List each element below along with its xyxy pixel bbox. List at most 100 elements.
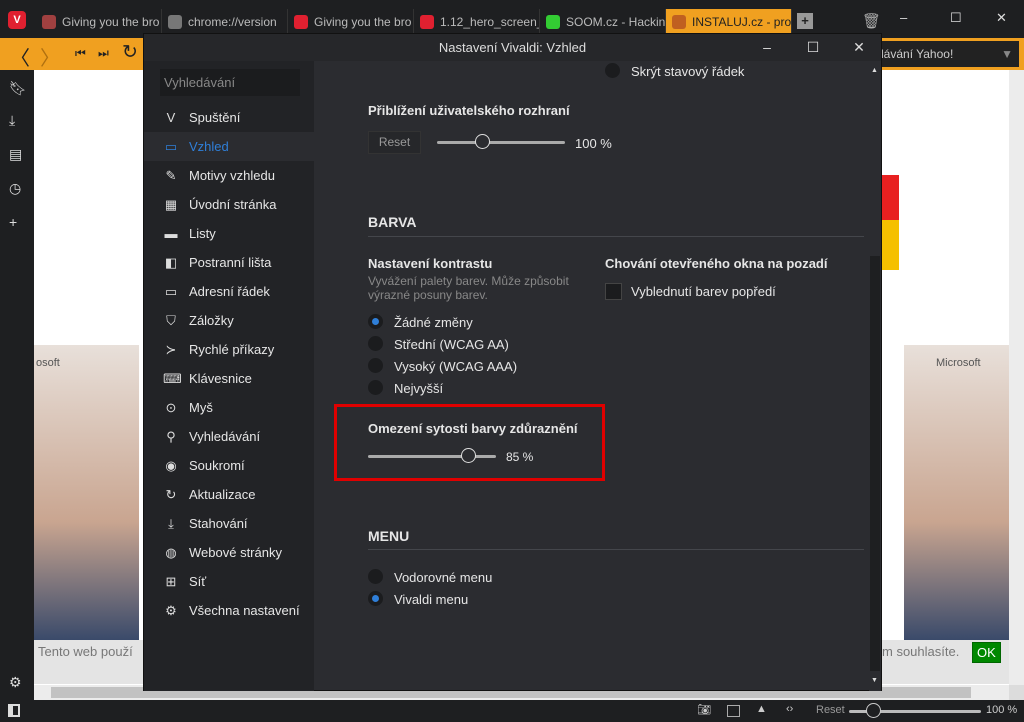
sidebar-item[interactable]: V Spuštění xyxy=(144,103,314,132)
tab[interactable]: SOOM.cz - Hackin xyxy=(540,9,666,35)
fade-colors-checkbox[interactable] xyxy=(605,283,622,300)
bookmark-icon: ⛉ xyxy=(166,312,176,328)
side-panel: 🔖︎ ⤓ ▤ ◷ + ⚙ xyxy=(0,70,34,700)
reload-icon[interactable]: ↻ xyxy=(122,41,138,64)
notes-icon[interactable]: ▤ xyxy=(9,146,22,163)
minimize-button[interactable]: – xyxy=(900,10,907,25)
radio-button[interactable] xyxy=(368,569,383,584)
ui-zoom-slider[interactable] xyxy=(437,141,565,144)
ui-zoom-slider-thumb[interactable] xyxy=(475,134,490,149)
settings-dialog: Nastavení Vivaldi: Vzhled – ☐ ✕ Vyhledáv… xyxy=(143,33,882,691)
bookmark-icon[interactable]: 🔖︎ xyxy=(9,80,27,97)
add-panel-icon[interactable]: + xyxy=(9,214,17,230)
screenshot-icon[interactable]: 📷︎ xyxy=(697,703,711,716)
sidebar-item[interactable]: ▦ Úvodní stránka xyxy=(144,190,314,219)
update-icon: ↻ xyxy=(165,486,177,502)
zoom-slider-thumb[interactable] xyxy=(866,703,881,718)
sidebar-item[interactable]: ⚲ Vyhledávání xyxy=(144,422,314,451)
forward-icon[interactable]: 〉 xyxy=(40,42,60,71)
maximize-button[interactable]: ☐ xyxy=(950,10,962,26)
rewind-icon[interactable]: ⏮ xyxy=(75,46,86,61)
dialog-minimize-button[interactable]: – xyxy=(744,34,790,61)
settings-icon[interactable]: ⚙ xyxy=(9,674,22,691)
radio-button[interactable] xyxy=(368,591,383,606)
gear-icon: ⚙ xyxy=(165,602,177,618)
sidebar-icon: ◧ xyxy=(164,254,178,270)
settings-content: Skrýt stavový řádek Přiblížení uživatels… xyxy=(314,61,869,691)
images-icon[interactable]: ▲ xyxy=(756,703,767,715)
favicon-icon xyxy=(546,15,560,29)
page-scrollbar[interactable] xyxy=(1009,70,1024,685)
tab[interactable]: 1.12_hero_screen_ xyxy=(414,9,540,35)
zoom-reset-button[interactable]: Reset xyxy=(816,704,845,716)
dialog-close-button[interactable]: ✕ xyxy=(836,34,882,61)
settings-sidebar: Vyhledávání V Spuštění ▭ Vzhled ✎ Motivy vzhl… xyxy=(144,61,314,691)
download-icon: ⤓ xyxy=(168,515,174,531)
radio-button[interactable] xyxy=(368,380,383,395)
close-button[interactable]: ✕ xyxy=(996,10,1007,26)
radio-button[interactable] xyxy=(368,314,383,329)
sidebar-item[interactable]: ▭ Vzhled xyxy=(144,132,314,161)
sidebar-item[interactable]: ◧ Postranní lišta xyxy=(144,248,314,277)
status-bar: 📷︎ ▲ ‹› Reset 100 % xyxy=(0,700,1024,722)
chevron-down-icon[interactable]: ▼ xyxy=(1001,47,1013,61)
microsoft-logo-text: osoft xyxy=(36,357,60,369)
dialog-maximize-button[interactable]: ☐ xyxy=(790,34,836,61)
saturation-slider-thumb[interactable] xyxy=(461,448,476,463)
grid-icon: ▦ xyxy=(164,196,178,212)
tab[interactable]: Giving you the bro xyxy=(288,9,414,35)
saturation-slider[interactable] xyxy=(368,455,496,458)
ui-zoom-reset-button[interactable]: Reset xyxy=(368,131,421,154)
new-tab-button[interactable]: + xyxy=(797,13,813,29)
brush-icon: ✎ xyxy=(165,167,177,183)
sidebar-item[interactable]: ◉ Soukromí xyxy=(144,451,314,480)
eye-icon: ◉ xyxy=(165,457,177,473)
search-icon: ⚲ xyxy=(166,428,176,444)
sidebar-item[interactable]: ≻ Rychlé příkazy xyxy=(144,335,314,364)
tiling-icon[interactable] xyxy=(727,705,740,717)
sidebar-item[interactable]: ⌨ Klávesnice xyxy=(144,364,314,393)
history-icon[interactable]: ◷ xyxy=(9,180,21,197)
fastforward-icon[interactable]: ⏭ xyxy=(98,46,109,61)
sidebar-item[interactable]: ◍ Webové stránky xyxy=(144,538,314,567)
network-icon: ⊞ xyxy=(165,573,177,589)
back-icon[interactable]: 〈 xyxy=(10,42,30,71)
sidebar-item[interactable]: ↻ Aktualizace xyxy=(144,480,314,509)
search-field[interactable]: dávání Yahoo! ▼ xyxy=(873,41,1019,67)
trash-icon[interactable]: 🗑 xyxy=(862,12,881,30)
microsoft-logo-text: Microsoft xyxy=(936,357,981,369)
radio-button[interactable] xyxy=(368,358,383,373)
sidebar-item[interactable]: ⛉ Záložky xyxy=(144,306,314,335)
sidebar-item[interactable]: ▬ Listy xyxy=(144,219,314,248)
keyboard-icon: ⌨ xyxy=(163,370,182,386)
sidebar-item[interactable]: ⊙ Myš xyxy=(144,393,314,422)
settings-scrollbar[interactable]: ▲ ▼ xyxy=(869,61,881,691)
globe-icon: ◍ xyxy=(165,544,177,560)
favicon-icon xyxy=(168,15,182,29)
sidebar-item[interactable]: ✎ Motivy vzhledu xyxy=(144,161,314,190)
ad-image-right xyxy=(904,345,1009,640)
page-actions-icon[interactable]: ‹› xyxy=(786,703,793,715)
window-icon: ▭ xyxy=(164,138,178,154)
favicon-icon xyxy=(672,15,686,29)
command-icon: ≻ xyxy=(165,341,177,357)
cookie-ok-button[interactable]: OK xyxy=(972,642,1001,663)
panel-toggle-icon[interactable] xyxy=(8,704,20,717)
sidebar-item[interactable]: ⤓ Stahování xyxy=(144,509,314,538)
sidebar-item[interactable]: ▭ Adresní řádek xyxy=(144,277,314,306)
highlight-box xyxy=(334,404,605,481)
radio-button[interactable] xyxy=(368,336,383,351)
download-icon[interactable]: ⤓ xyxy=(9,112,15,129)
hide-status-checkbox[interactable] xyxy=(605,63,620,78)
sidebar-item[interactable]: ⚙ Všechna nastavení xyxy=(144,596,314,625)
vivaldi-menu-button[interactable]: V xyxy=(8,11,26,29)
mouse-icon: ⊙ xyxy=(165,399,177,415)
vivaldi-icon: V xyxy=(166,110,176,125)
address-bar-icon: ▭ xyxy=(164,283,178,299)
tab[interactable]: chrome://version xyxy=(162,9,288,35)
tab[interactable]: INSTALUJ.cz - pro xyxy=(666,9,792,35)
settings-search-input[interactable]: Vyhledávání xyxy=(160,69,300,96)
sidebar-item[interactable]: ⊞ Síť xyxy=(144,567,314,596)
tabs-icon: ▬ xyxy=(164,226,178,241)
tab[interactable]: Giving you the bro xyxy=(36,9,162,35)
